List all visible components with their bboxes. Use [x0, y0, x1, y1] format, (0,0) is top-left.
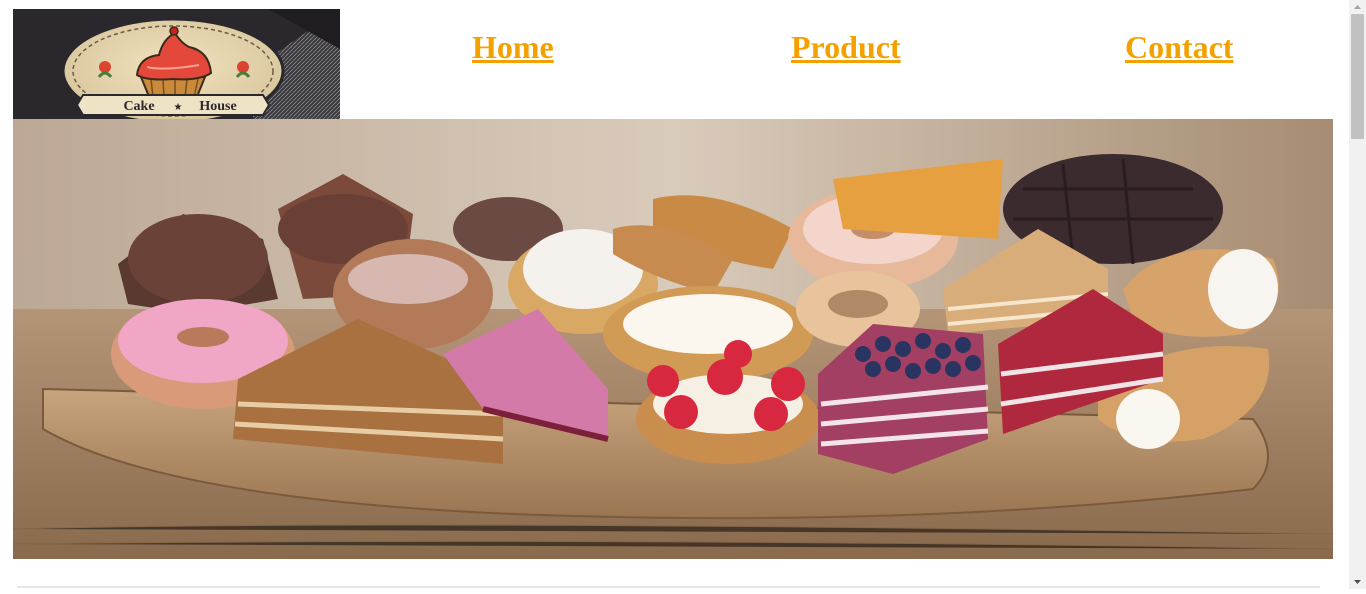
- site-header: Cake ★ House Home Product Contact: [13, 9, 1333, 119]
- nav-contact-link[interactable]: Contact: [1125, 29, 1233, 66]
- pastry-assortment-photo: [13, 119, 1333, 559]
- chevron-up-icon[interactable]: [1349, 0, 1366, 14]
- logo-graphic: Cake ★ House: [13, 9, 340, 119]
- nav-product-link[interactable]: Product: [791, 29, 901, 66]
- page: Cake ★ House Home Product Contact: [0, 0, 1349, 589]
- scrollbar-thumb[interactable]: [1351, 14, 1364, 139]
- logo-text-house: House: [199, 99, 236, 114]
- content-divider: [17, 586, 1320, 588]
- chevron-down-icon[interactable]: [1349, 575, 1366, 589]
- logo-text-cake: Cake: [123, 99, 154, 114]
- nav-home-link[interactable]: Home: [472, 29, 554, 66]
- logo-star-icon: ★: [174, 102, 183, 113]
- vertical-scrollbar[interactable]: [1349, 0, 1366, 589]
- hero-banner-image: [13, 119, 1333, 559]
- cake-house-logo[interactable]: Cake ★ House: [13, 9, 340, 119]
